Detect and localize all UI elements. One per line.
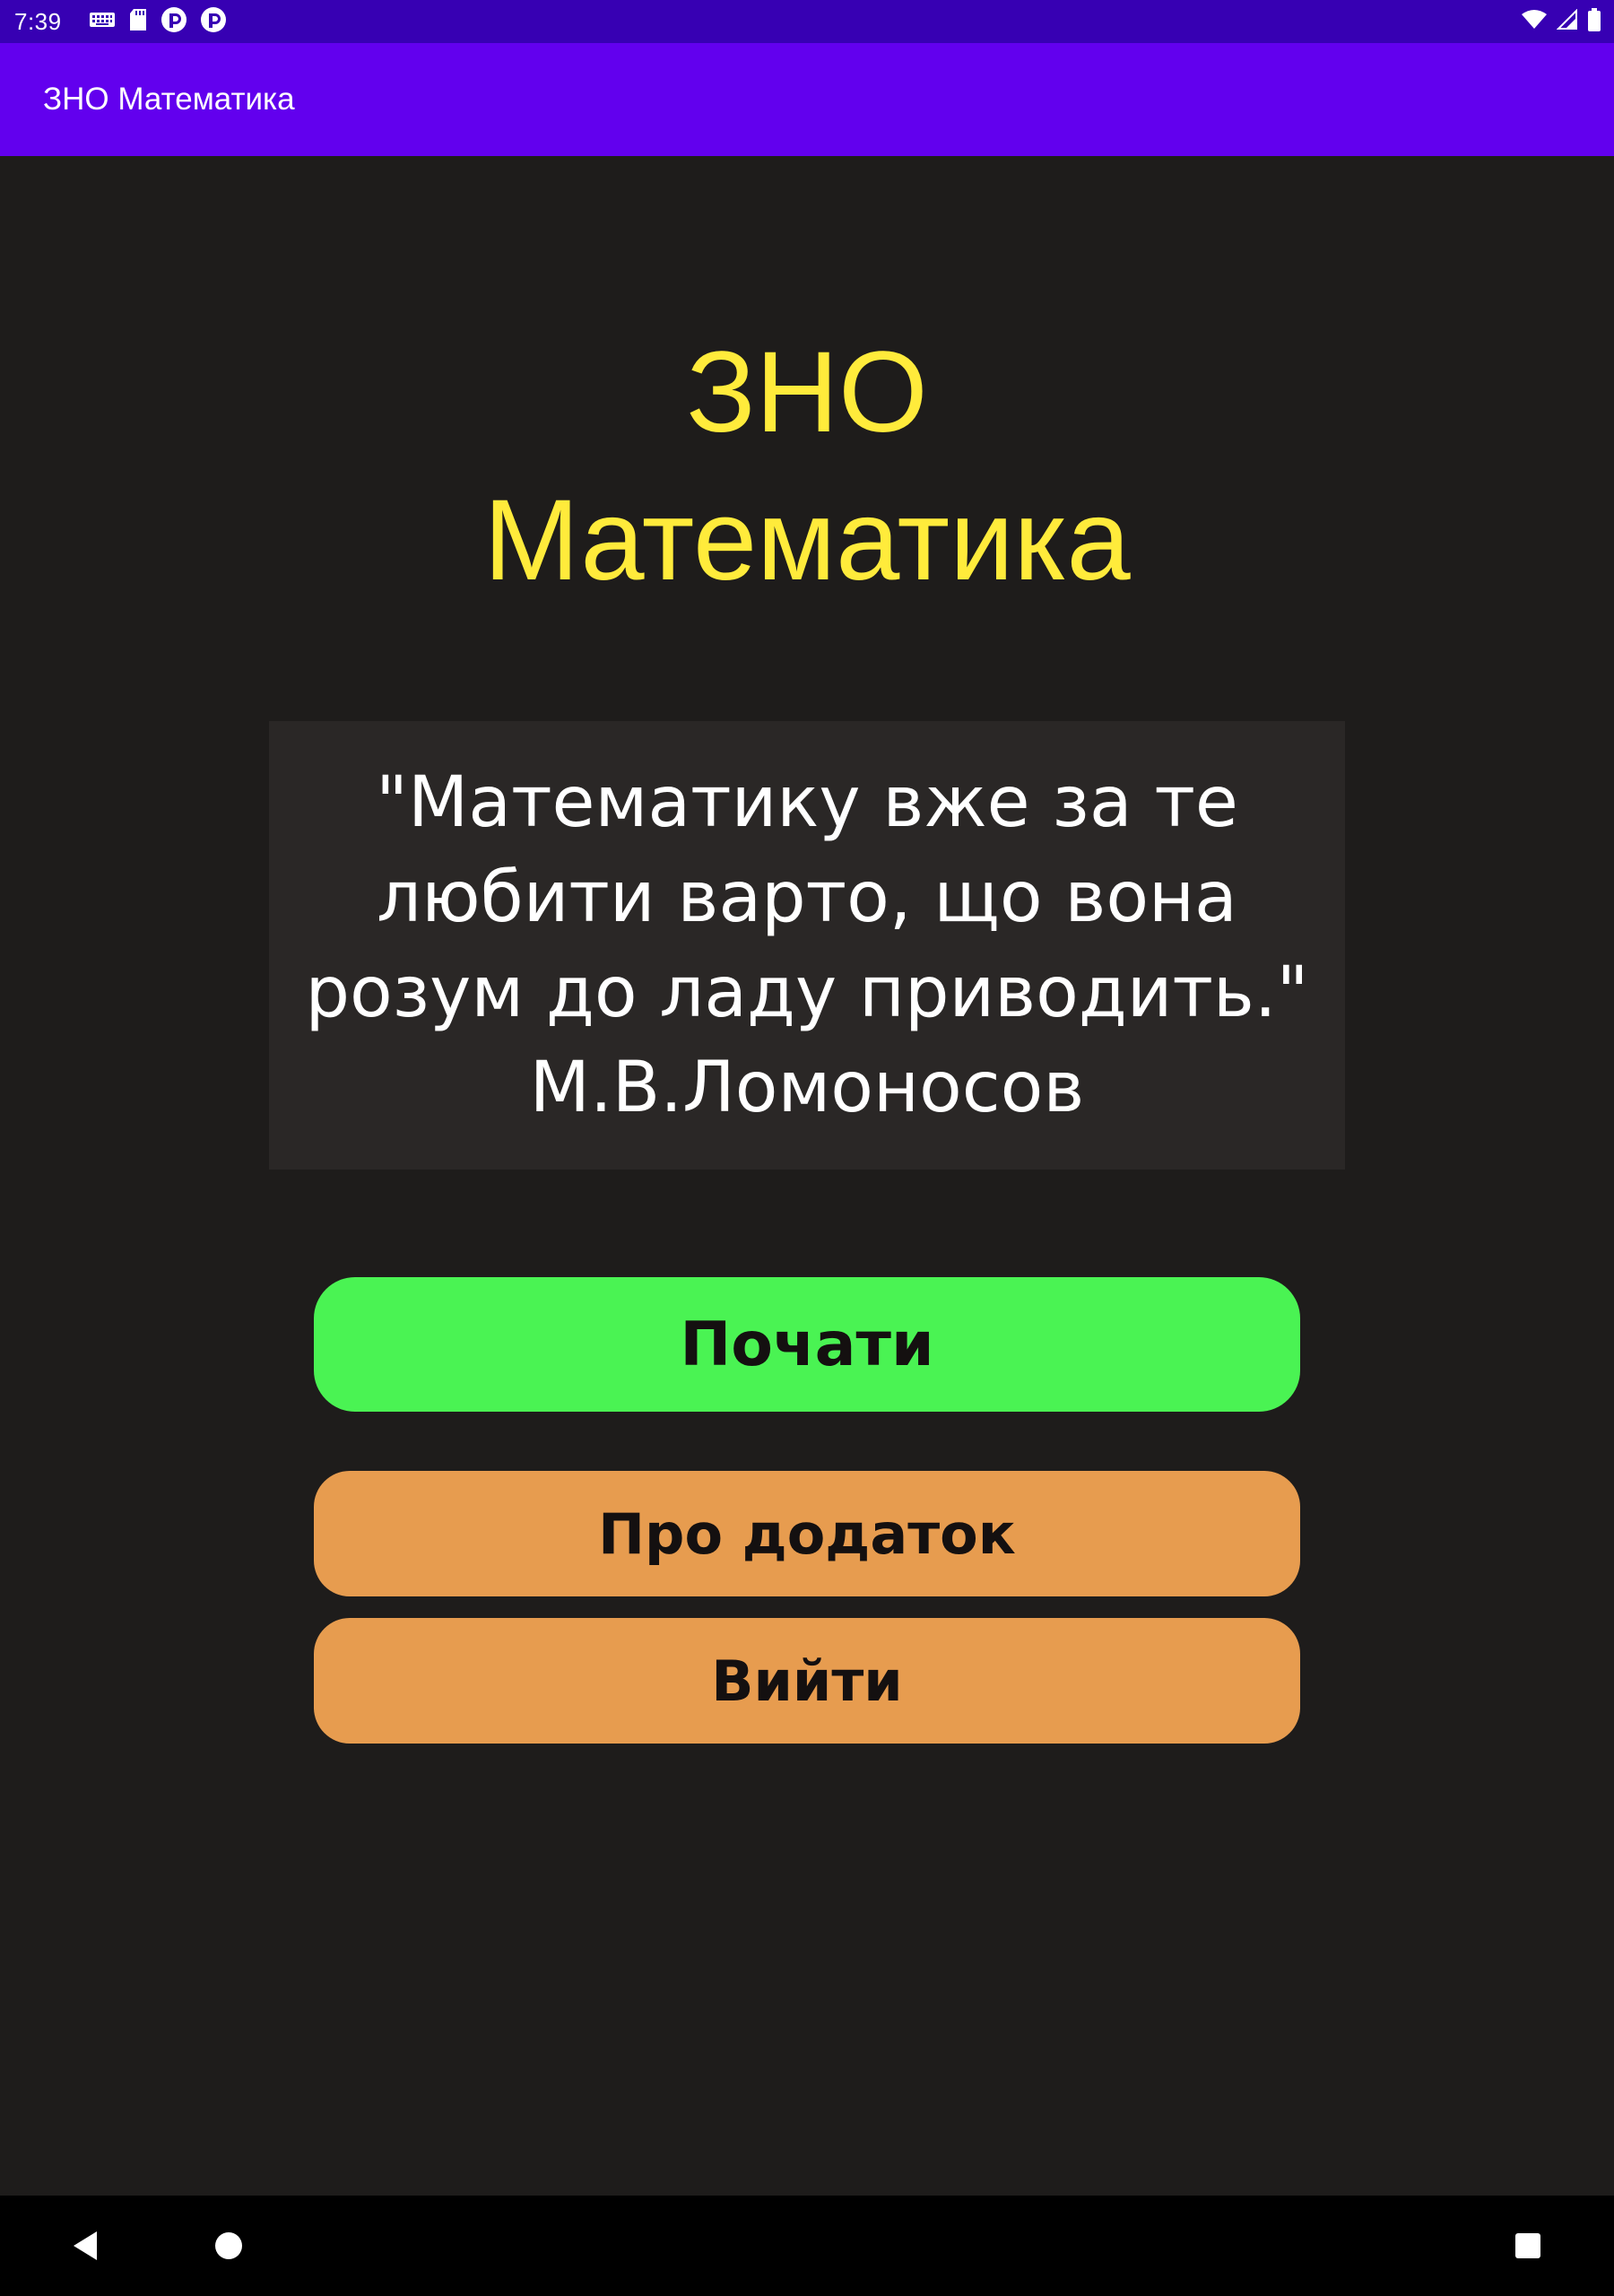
status-bar: 7:39 bbox=[0, 0, 1614, 43]
quote-text: "Математику вже за те любити варто, що в… bbox=[287, 755, 1326, 1135]
sd-card-icon bbox=[128, 8, 148, 36]
status-right bbox=[1521, 7, 1601, 37]
battery-icon bbox=[1587, 7, 1601, 37]
headline-line-1: ЗНО bbox=[686, 328, 928, 457]
app-bar: ЗНО Математика bbox=[0, 43, 1614, 156]
headline-line-2: Математика bbox=[483, 476, 1131, 604]
navigation-bar bbox=[0, 2196, 1614, 2296]
app-notification-icon bbox=[161, 6, 187, 38]
app-notification-icon bbox=[200, 6, 227, 38]
recents-icon[interactable] bbox=[1465, 2196, 1591, 2296]
about-app-button[interactable]: Про додаток bbox=[314, 1471, 1300, 1596]
wifi-icon bbox=[1521, 9, 1548, 35]
home-icon[interactable] bbox=[166, 2196, 291, 2296]
quote-box: "Математику вже за те любити варто, що в… bbox=[269, 721, 1345, 1170]
quote-line: любити варто, що вона bbox=[377, 857, 1237, 938]
start-button[interactable]: Почати bbox=[314, 1277, 1300, 1412]
quote-author: М.В.Ломоносов bbox=[529, 1048, 1085, 1128]
cellular-signal-icon bbox=[1556, 8, 1578, 35]
quote-line: розум до ладу приводить." bbox=[305, 952, 1309, 1033]
keyboard-icon bbox=[89, 11, 116, 33]
quote-line: "Математику вже за те bbox=[376, 762, 1238, 843]
status-left: 7:39 bbox=[14, 6, 227, 38]
back-icon[interactable] bbox=[22, 2196, 148, 2296]
exit-button[interactable]: Вийти bbox=[314, 1618, 1300, 1744]
app-bar-title: ЗНО Математика bbox=[43, 82, 295, 117]
page-title: ЗНО Математика bbox=[0, 318, 1614, 614]
status-time: 7:39 bbox=[14, 7, 62, 35]
